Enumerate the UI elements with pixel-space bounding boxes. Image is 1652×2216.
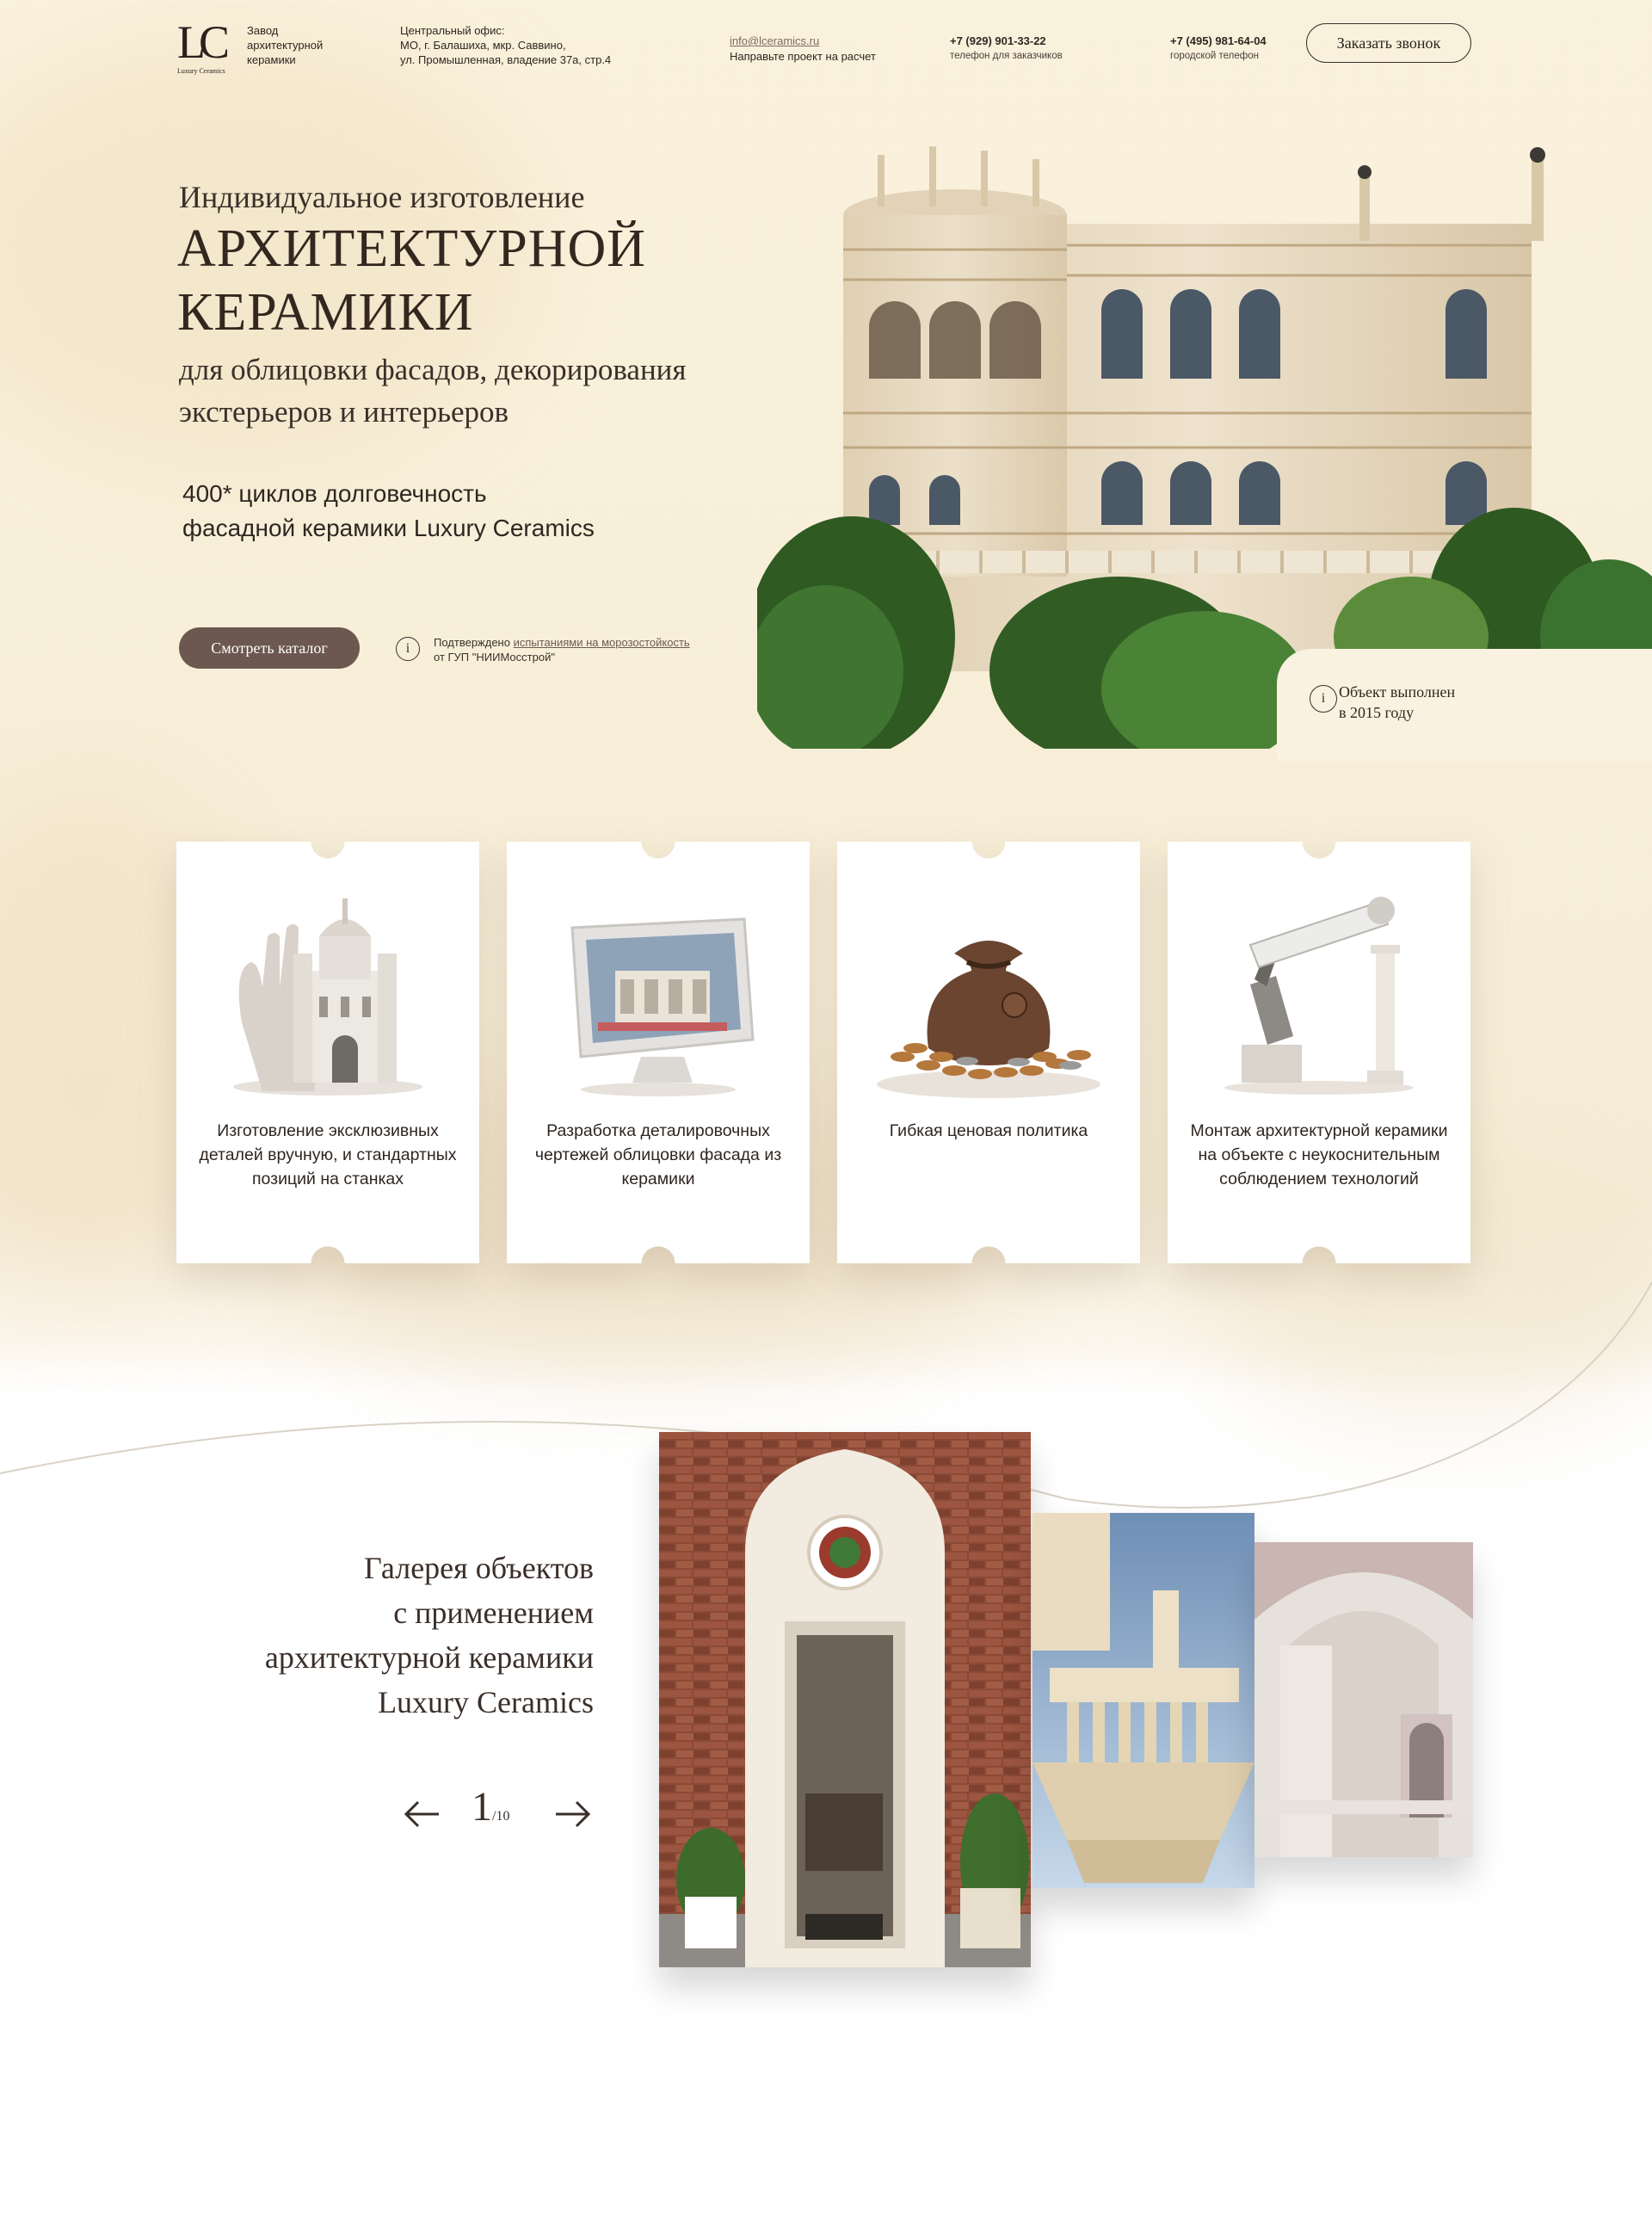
- email-link[interactable]: info@lceramics.ru: [730, 34, 876, 47]
- phone1-link[interactable]: +7 (929) 901-33-22: [950, 34, 1063, 47]
- durability-stat: 400* циклов долговечность фасадной керам…: [182, 477, 595, 546]
- object-info-icon: i: [1310, 685, 1337, 713]
- frost-test-link[interactable]: испытаниями на морозостойкость: [514, 636, 690, 649]
- hero-subtitle-line2: экстерьеров и интерьеров: [179, 395, 509, 429]
- phone1-block: +7 (929) 901-33-22 телефон для заказчико…: [950, 34, 1063, 61]
- frost-test-note: Подтверждено испытаниями на морозостойко…: [434, 635, 690, 664]
- object-note-line1: Объект выполнен: [1339, 683, 1456, 701]
- office-label: Центральный офис:: [400, 24, 505, 37]
- confirm-suffix: от ГУП "НИИМосстрой": [434, 651, 555, 664]
- logo[interactable]: LC Luxury Ceramics: [177, 16, 230, 75]
- gallery-title: Галерея объектов с применением архитекту…: [172, 1546, 594, 1725]
- gallery-photo-arch[interactable]: [1254, 1542, 1473, 1857]
- feature-text: Монтаж архитектурной керамики на объекте…: [1190, 1121, 1448, 1188]
- gallery-title-line2: с применением: [393, 1596, 594, 1630]
- feature-text: Гибкая ценовая политика: [889, 1121, 1088, 1140]
- call-request-button[interactable]: Заказать звонок: [1306, 23, 1471, 63]
- feature-card: Разработка деталировочных чертежей облиц…: [507, 842, 810, 1263]
- phone2-block: +7 (495) 981-64-04 городской телефон: [1170, 34, 1267, 61]
- view-catalog-button[interactable]: Смотреть каталог: [179, 627, 360, 669]
- gallery-title-line1: Галерея объектов: [364, 1551, 594, 1585]
- office-address: Центральный офис: МО, г. Балашиха, мкр. …: [400, 23, 611, 67]
- feature-card: Монтаж архитектурной керамики на объекте…: [1168, 842, 1470, 1263]
- object-note-line2: в 2015 году: [1339, 704, 1415, 721]
- feature-card: Изготовление эксклюзивных деталей вручну…: [176, 842, 479, 1263]
- money-bag-icon: [877, 941, 1100, 1098]
- logo-subtext: Luxury Ceramics: [177, 67, 225, 75]
- company-name: Завод архитектурной керамики: [247, 24, 324, 66]
- slide-total: /10: [492, 1809, 510, 1824]
- gallery-photo-balcony[interactable]: [1032, 1513, 1254, 1888]
- hero-title-line2: КЕРАМИКИ: [177, 283, 474, 342]
- phone2-link[interactable]: +7 (495) 981-64-04: [1170, 34, 1267, 47]
- object-note: Объект выполнен в 2015 году: [1339, 682, 1455, 723]
- feature-text: Изготовление эксклюзивных деталей вручну…: [199, 1121, 457, 1188]
- monitor-drawing-icon: [570, 917, 755, 1096]
- office-line1: МО, г. Балашиха, мкр. Саввино,: [400, 39, 566, 52]
- hero-subtitle: для облицовки фасадов, декорирования экс…: [179, 349, 687, 433]
- phone1-caption: телефон для заказчиков: [950, 51, 1063, 61]
- gallery-title-line3: архитектурной керамики: [264, 1640, 594, 1675]
- info-icon: i: [396, 637, 420, 661]
- hero-title: АРХИТЕКТУРНОЙ КЕРАМИКИ: [177, 217, 646, 344]
- hero-pretitle: Индивидуальное изготовление: [179, 180, 585, 214]
- email-caption: Направьте проект на расчет: [730, 50, 876, 63]
- hero-subtitle-line1: для облицовки фасадов, декорирования: [179, 353, 687, 386]
- phone2-caption: городской телефон: [1170, 51, 1259, 61]
- gallery-photo-main[interactable]: [659, 1432, 1031, 1967]
- arrow-right-icon[interactable]: [552, 1793, 594, 1835]
- feature-card: Гибкая ценовая политика: [837, 842, 1140, 1263]
- gallery-title-line4: Luxury Ceramics: [378, 1685, 594, 1719]
- feature-text: Разработка деталировочных чертежей облиц…: [534, 1121, 782, 1188]
- office-line2: ул. Промышленная, владение 37а, стр.4: [400, 53, 612, 66]
- castle-in-hand-icon: [233, 898, 422, 1096]
- robot-arm-icon: [1224, 897, 1414, 1095]
- confirm-prefix: Подтверждено: [434, 636, 514, 649]
- slide-counter: 1/10: [472, 1783, 509, 1830]
- durability-stat-line2: фасадной керамики Luxury Ceramics: [182, 515, 595, 541]
- email-block: info@lceramics.ru Направьте проект на ра…: [730, 34, 876, 64]
- hero-title-line1: АРХИТЕКТУРНОЙ: [177, 219, 647, 278]
- slide-current: 1: [472, 1784, 492, 1830]
- arrow-left-icon[interactable]: [401, 1793, 442, 1835]
- durability-stat-line1: 400* циклов долговечность: [182, 480, 487, 507]
- logo-mark: LC: [177, 16, 230, 68]
